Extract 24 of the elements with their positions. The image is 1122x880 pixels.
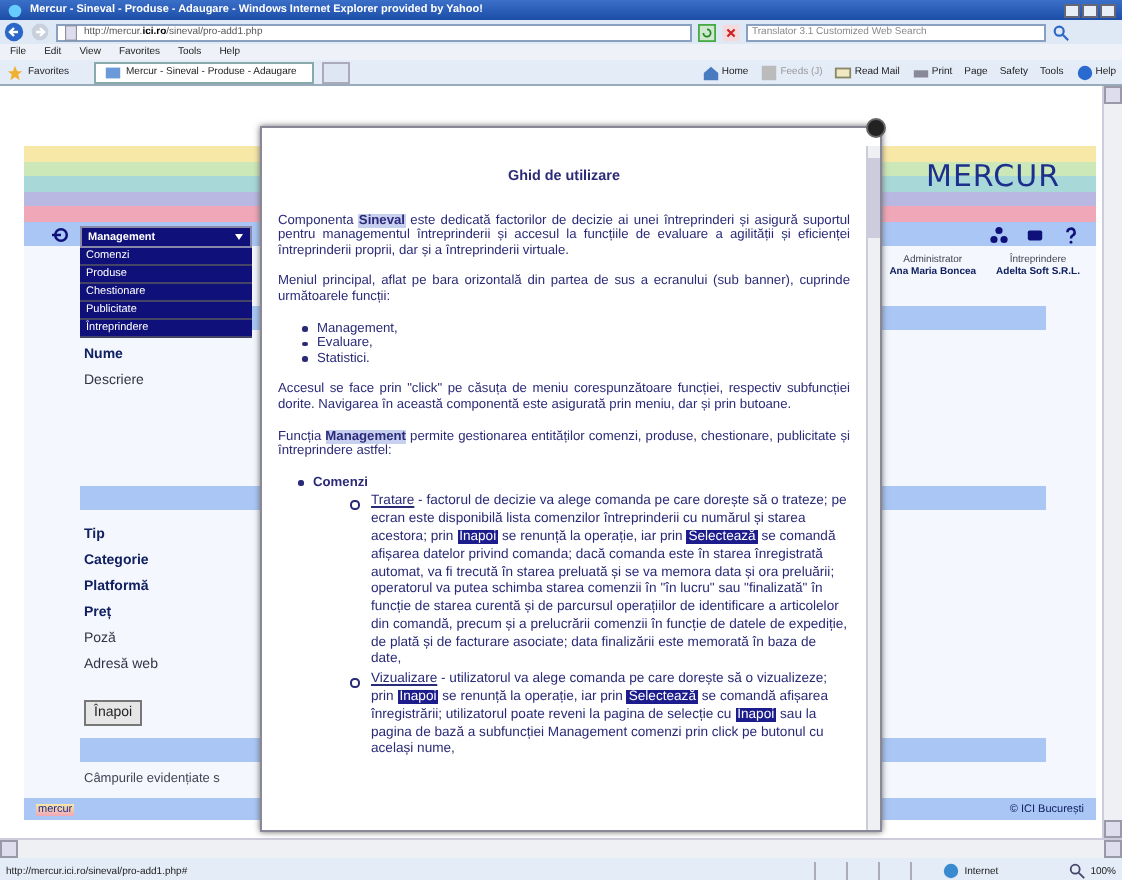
star-icon	[6, 63, 24, 81]
page-icon	[104, 63, 122, 81]
sitemap-icon[interactable]	[990, 225, 1008, 243]
bullet	[350, 678, 359, 688]
caret-icon	[234, 232, 244, 242]
logout-icon[interactable]	[52, 225, 70, 243]
back-button[interactable]	[4, 22, 24, 42]
zoom-icon	[1068, 862, 1087, 880]
bullet	[302, 326, 307, 332]
logo: MERCUR	[926, 158, 1060, 194]
envelope-icon[interactable]	[1026, 225, 1044, 243]
scrollbar[interactable]	[1102, 86, 1122, 838]
bullet	[350, 500, 359, 510]
envelope-icon	[834, 63, 853, 81]
scrollbar[interactable]	[866, 146, 880, 830]
stop-icon[interactable]	[722, 23, 740, 41]
scrollbar[interactable]	[0, 838, 1122, 858]
bullet	[302, 341, 307, 347]
maximize-button[interactable]	[1082, 3, 1098, 17]
refresh-icon[interactable]	[698, 23, 716, 41]
bullet	[302, 356, 307, 362]
minimize-button[interactable]	[1064, 3, 1080, 17]
search-icon[interactable]	[1052, 23, 1070, 41]
bullet	[298, 480, 303, 486]
